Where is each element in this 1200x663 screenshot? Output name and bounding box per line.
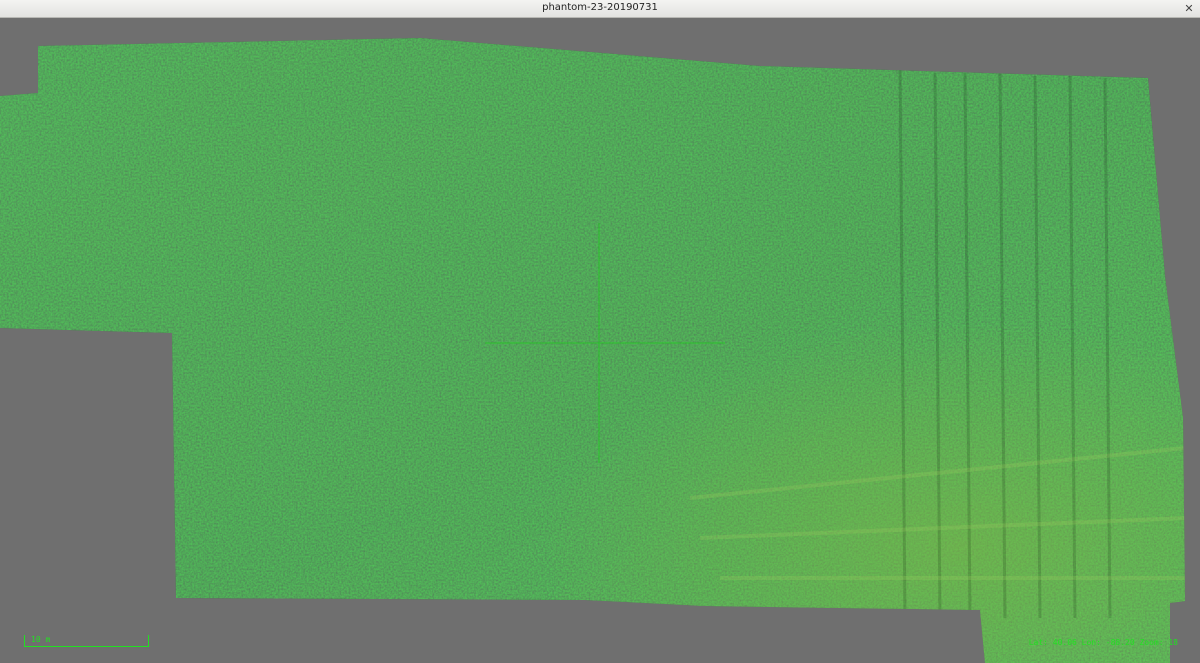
scale-bar: 10 m: [24, 635, 149, 647]
orthomosaic-canvas[interactable]: [0, 18, 1200, 663]
map-viewport[interactable]: 10 m Lat: 40.06 Lon: -88.20 Zoom: 18: [0, 18, 1200, 663]
close-icon[interactable]: ✕: [1182, 2, 1196, 16]
crop-field-mosaic: [0, 38, 1185, 663]
coordinate-readout: Lat: 40.06 Lon: -88.20 Zoom: 18: [1028, 638, 1178, 647]
window-titlebar[interactable]: phantom-23-20190731 ✕: [0, 0, 1200, 18]
scale-label: 10 m: [31, 635, 51, 644]
window-title: phantom-23-20190731: [542, 2, 658, 13]
app-window: phantom-23-20190731 ✕ 10 m Lat: 40.06 Lo…: [0, 0, 1200, 663]
